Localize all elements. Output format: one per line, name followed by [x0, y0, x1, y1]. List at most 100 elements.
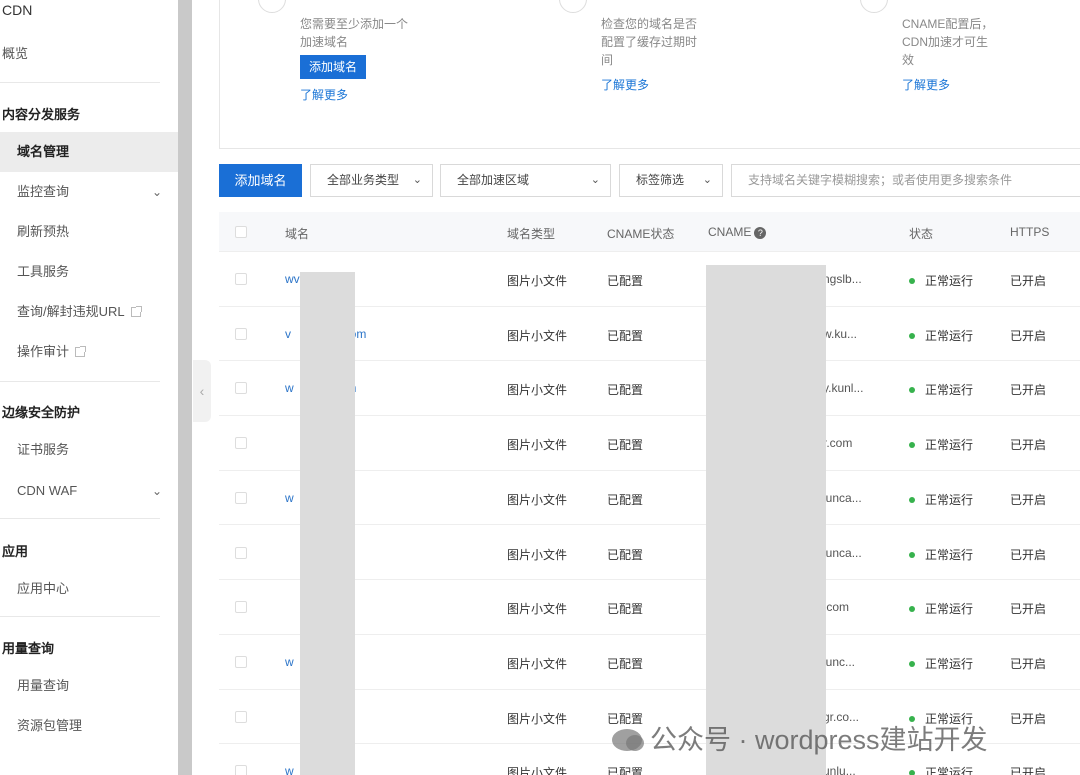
sidebar-item-monitor[interactable]: 监控查询 ⌄: [0, 172, 178, 212]
sidebar-scrollbar[interactable]: [178, 0, 192, 775]
step-icon: [258, 0, 286, 13]
row-checkbox[interactable]: [235, 710, 247, 723]
cname-value: lunca...: [823, 490, 862, 505]
chevron-down-icon: ⌄: [151, 484, 162, 498]
row-checkbox[interactable]: [235, 546, 247, 559]
tag-filter-select[interactable]: 标签筛选 ⌄: [619, 164, 723, 197]
external-link-icon: [130, 306, 142, 317]
row-checkbox[interactable]: [235, 437, 247, 450]
https-status: 已开启: [1010, 492, 1047, 507]
sidebar-item-label: 监控查询: [17, 184, 70, 199]
sidebar-item-waf[interactable]: CDN WAF ⌄: [0, 471, 178, 511]
sidebar-group-app: 应用: [2, 544, 29, 559]
row-checkbox[interactable]: [235, 327, 247, 340]
domain-type: 图片小文件: [507, 274, 568, 288]
header-cname: CNAME?: [708, 225, 767, 239]
status-text: 正常运行: [925, 547, 974, 562]
select-value: 标签筛选: [636, 173, 685, 187]
redaction-mask: [300, 272, 355, 775]
https-status: 已开启: [1010, 656, 1047, 671]
sidebar-group-content: 内容分发服务: [2, 107, 81, 122]
domain-type: 图片小文件: [507, 711, 568, 726]
sidebar-item-query-url[interactable]: 查询/解封违规URL: [0, 292, 178, 332]
status-dot-icon: [909, 551, 915, 558]
select-value: 全部加速区域: [457, 173, 530, 187]
wechat-icon: [612, 729, 644, 751]
cname-status: 已配置: [607, 383, 644, 398]
sidebar-item-label: CDN WAF: [17, 483, 78, 498]
select-all-checkbox[interactable]: [235, 226, 247, 238]
status-cell: 正常运行: [909, 491, 973, 508]
status-cell: 正常运行: [909, 272, 973, 289]
https-status: 已开启: [1010, 438, 1047, 453]
cname-value: y.kunl...: [823, 381, 864, 396]
domain-type: 图片小文件: [507, 547, 568, 562]
status-cell: 正常运行: [909, 600, 973, 617]
domain-type: 图片小文件: [507, 383, 568, 398]
sidebar-item-tools[interactable]: 工具服务: [0, 252, 178, 292]
sidebar-item-audit[interactable]: 操作审计: [0, 332, 178, 372]
row-checkbox[interactable]: [235, 382, 247, 395]
row-checkbox[interactable]: [235, 601, 247, 614]
watermark: 公众号 · wordpress建站开发: [612, 718, 988, 757]
cname-value: .com: [823, 600, 850, 615]
step1-learn-more-link[interactable]: 了解更多: [300, 86, 348, 103]
step2-learn-more-link[interactable]: 了解更多: [601, 76, 649, 93]
cname-status: 已配置: [607, 492, 644, 507]
sidebar-group-usage: 用量查询: [2, 641, 55, 656]
cname-status: 已配置: [607, 656, 644, 671]
status-cell: 正常运行: [909, 655, 973, 672]
https-status: 已开启: [1010, 274, 1047, 288]
help-icon[interactable]: ?: [754, 227, 767, 239]
collapse-sidebar-handle[interactable]: ‹: [193, 360, 211, 422]
guide-add-domain-button[interactable]: 添加域名: [300, 55, 367, 79]
status-dot-icon: [909, 606, 915, 613]
sidebar-item-overview[interactable]: 概览: [0, 34, 178, 74]
status-cell: 正常运行: [909, 381, 973, 398]
row-checkbox[interactable]: [235, 273, 247, 285]
status-dot-icon: [909, 278, 915, 284]
cname-value: w.ku...: [823, 326, 858, 341]
biz-type-select[interactable]: 全部业务类型 ⌄: [310, 164, 433, 197]
region-select[interactable]: 全部加速区域 ⌄: [440, 164, 611, 197]
chevron-down-icon: ⌄: [590, 174, 600, 186]
status-text: 正常运行: [925, 274, 974, 288]
search-input[interactable]: 支持域名关键字模糊搜索；或者使用更多搜索条件: [731, 164, 1080, 197]
status-text: 正常运行: [925, 328, 974, 343]
step2-desc: 检查您的域名是否配置了缓存过期时间: [601, 17, 698, 67]
sidebar-item-refresh[interactable]: 刷新预热: [0, 212, 178, 252]
row-checkbox[interactable]: [235, 765, 247, 775]
step1-desc: 您需要至少添加一个加速域名: [300, 17, 409, 49]
sidebar-item-cert[interactable]: 证书服务: [0, 430, 178, 470]
header-status: 状态: [909, 227, 934, 241]
header-https: HTTPS: [1010, 225, 1050, 239]
sidebar-item-label: 查询/解封违规URL: [17, 304, 125, 319]
sidebar-item-app-center[interactable]: 应用中心: [0, 569, 178, 609]
https-status: 已开启: [1010, 547, 1047, 562]
chevron-left-icon: ‹: [199, 383, 205, 399]
header-type: 域名类型: [507, 227, 556, 241]
status-dot-icon: [909, 332, 915, 339]
status-dot-icon: [909, 770, 915, 775]
sidebar-item-usage[interactable]: 用量查询: [0, 666, 178, 706]
domain-type: 图片小文件: [507, 656, 568, 671]
status-text: 正常运行: [925, 492, 974, 507]
status-text: 正常运行: [925, 766, 974, 775]
step3-learn-more-link[interactable]: 了解更多: [902, 76, 950, 93]
step-icon: [860, 0, 888, 13]
add-domain-button[interactable]: 添加域名: [219, 164, 302, 197]
cdn-console: CDN 概览 内容分发服务 域名管理 监控查询 ⌄ 刷新预热 工具服务 查询/解…: [0, 0, 1080, 775]
https-status: 已开启: [1010, 711, 1047, 726]
sidebar-item-domain-management[interactable]: 域名管理: [0, 132, 178, 172]
watermark-text: 公众号 · wordpress建站开发: [650, 725, 988, 755]
table-header: 域名 域名类型 CNAME状态 CNAME? 状态 HTTPS: [219, 212, 1080, 252]
row-checkbox[interactable]: [235, 655, 247, 668]
sidebar-item-package[interactable]: 资源包管理: [0, 706, 178, 746]
sidebar: CDN 概览 内容分发服务 域名管理 监控查询 ⌄ 刷新预热 工具服务 查询/解…: [0, 0, 178, 775]
sidebar-divider: [0, 518, 160, 519]
status-cell: 正常运行: [909, 546, 973, 563]
row-checkbox[interactable]: [235, 491, 247, 504]
sidebar-item-label: 操作审计: [17, 344, 70, 359]
cname-status: 已配置: [607, 766, 644, 775]
header-cname-status: CNAME状态: [607, 227, 675, 241]
